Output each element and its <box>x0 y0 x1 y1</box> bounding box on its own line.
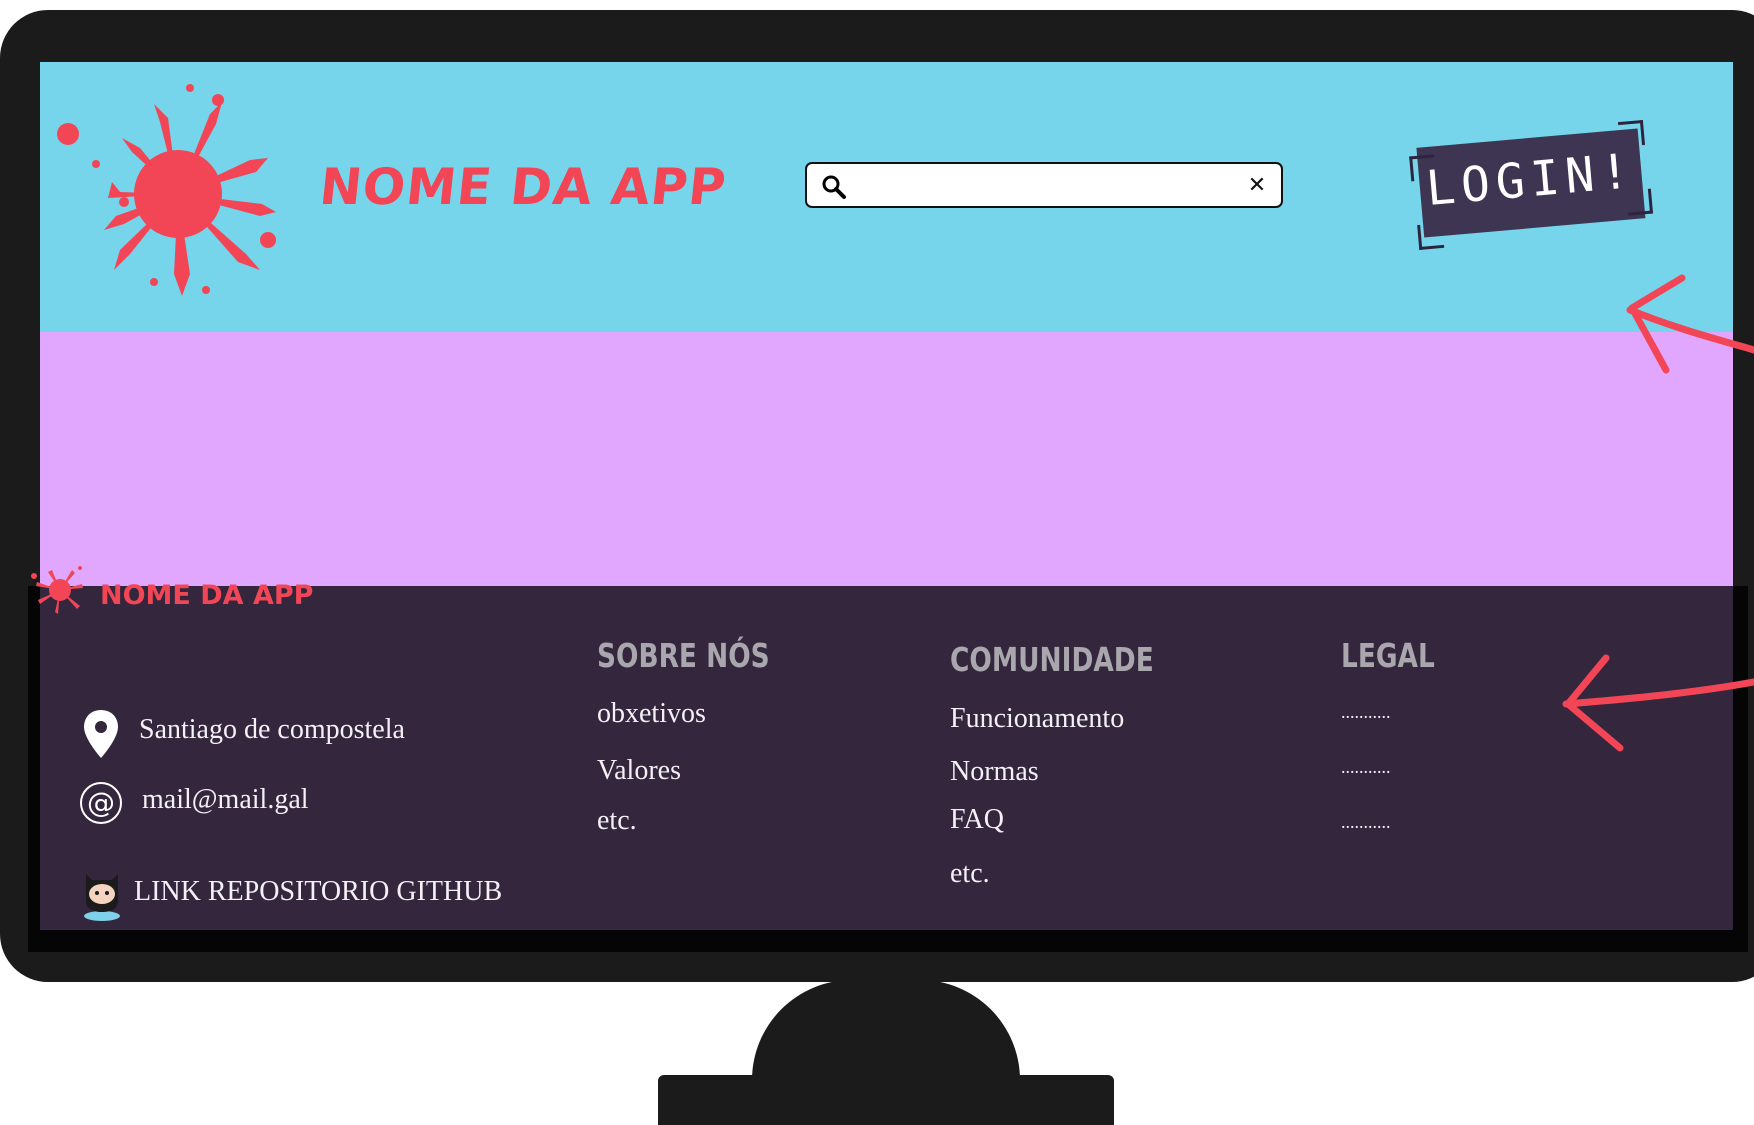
footer-link[interactable]: ........... <box>1341 702 1391 723</box>
footer-heading-comunidade: COMUNIDADE <box>950 640 1154 679</box>
location-pin-icon <box>84 710 118 758</box>
footer-link[interactable]: ........... <box>1341 757 1391 778</box>
svg-text:@: @ <box>87 786 115 819</box>
github-link[interactable]: LINK REPOSITORIO GITHUB <box>134 876 502 908</box>
monitor-stand-base <box>658 1075 1114 1125</box>
footer-link[interactable]: etc. <box>950 858 990 890</box>
search-bar[interactable]: ✕ <box>805 162 1283 208</box>
at-sign-icon: @ <box>80 782 122 824</box>
footer-link[interactable]: Valores <box>597 755 681 787</box>
arrow-icon <box>1626 274 1754 374</box>
close-icon[interactable]: ✕ <box>1243 172 1271 200</box>
footer-link[interactable]: obxetivos <box>597 698 706 730</box>
main-content-area <box>40 332 1733 588</box>
footer-heading-legal: LEGAL <box>1341 636 1435 675</box>
footer-link[interactable]: ........... <box>1341 812 1391 833</box>
search-icon <box>822 175 846 199</box>
splat-logo-icon[interactable] <box>50 74 300 312</box>
header: NOME DA APP ✕ LOGIN! <box>40 62 1733 332</box>
github-octocat-icon[interactable] <box>80 866 124 922</box>
login-corner-bracket <box>1417 222 1445 250</box>
footer-location: Santiago de compostela <box>139 714 405 745</box>
footer-link[interactable]: etc. <box>597 805 637 837</box>
search-input[interactable] <box>857 172 1241 200</box>
footer-app-title: NOME DA APP <box>100 580 314 611</box>
footer-link[interactable]: FAQ <box>950 804 1004 836</box>
footer-heading-sobre-nos: SOBRE NÓS <box>597 636 770 675</box>
arrow-icon <box>1562 654 1754 752</box>
login-button[interactable]: LOGIN! <box>1409 120 1654 250</box>
splat-logo-icon <box>31 566 83 614</box>
footer-email[interactable]: mail@mail.gal <box>142 784 309 816</box>
monitor-stand-neck <box>752 980 1020 1080</box>
footer-link[interactable]: Funcionamento <box>950 703 1124 735</box>
app-title: NOME DA APP <box>316 158 730 216</box>
footer-link[interactable]: Normas <box>950 756 1039 788</box>
